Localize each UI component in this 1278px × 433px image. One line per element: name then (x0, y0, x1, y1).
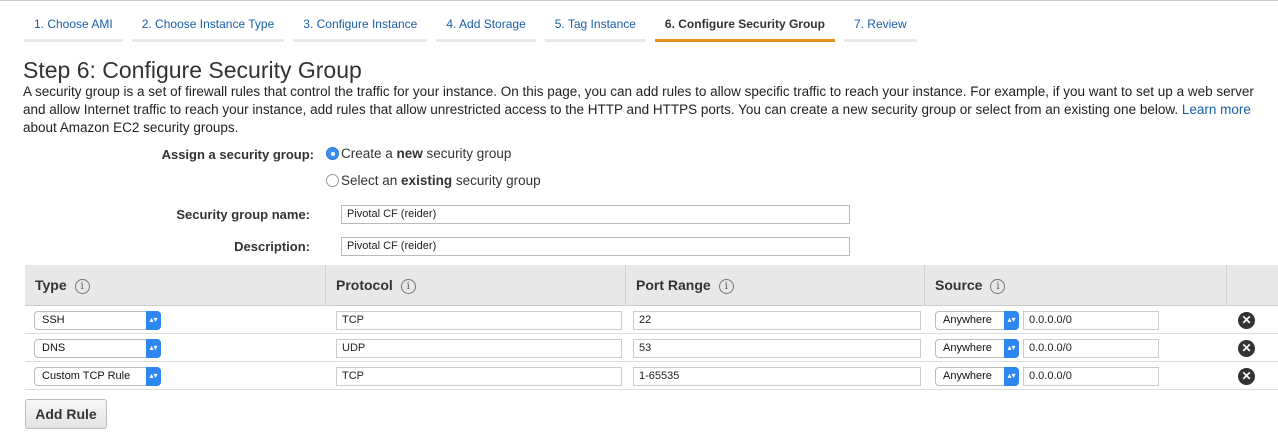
tab-choose-ami[interactable]: 1. Choose AMI (24, 13, 123, 42)
source-value: Anywhere (943, 370, 992, 382)
radio-create-new-label: Create a new security group (341, 146, 512, 161)
cidr-input[interactable]: 0.0.0.0/0 (1023, 339, 1159, 358)
learn-more-link[interactable]: Learn more (1182, 102, 1251, 117)
tab-tag-instance[interactable]: 5. Tag Instance (544, 13, 646, 42)
table-row: SSH ▴▾ TCP 22 Anywhere ▴▾ 0.0.0.0/0 ✕ (25, 306, 1278, 334)
select-arrows-icon: ▴▾ (1004, 367, 1019, 386)
source-select[interactable]: Anywhere ▴▾ (935, 339, 1019, 358)
source-select[interactable]: Anywhere ▴▾ (935, 311, 1019, 330)
source-value: Anywhere (943, 314, 992, 326)
security-group-name-label: Security group name: (176, 207, 310, 222)
radio-create-new[interactable]: Create a new security group (326, 146, 511, 161)
tab-configure-instance[interactable]: 3. Configure Instance (293, 13, 428, 42)
type-select[interactable]: SSH ▴▾ (34, 311, 161, 330)
tab-review[interactable]: 7. Review (843, 13, 917, 42)
assign-security-group-label: Assign a security group: (161, 147, 314, 162)
protocol-input[interactable]: UDP (336, 339, 622, 358)
column-protocol: Protocol i (325, 265, 625, 306)
select-arrows-icon: ▴▾ (1004, 339, 1019, 358)
remove-rule-icon[interactable]: ✕ (1238, 340, 1255, 357)
table-row: DNS ▴▾ UDP 53 Anywhere ▴▾ 0.0.0.0/0 ✕ (25, 334, 1278, 362)
select-arrows-icon: ▴▾ (146, 367, 161, 386)
remove-rule-icon[interactable]: ✕ (1238, 312, 1255, 329)
table-row: Custom TCP Rule ▴▾ TCP 1-65535 Anywhere ▴▾… (25, 362, 1278, 390)
description-input[interactable]: Pivotal CF (reider) (341, 237, 850, 256)
description-text-end: about Amazon EC2 security groups. (23, 120, 239, 135)
column-port-range: Port Range i (625, 265, 924, 306)
column-source: Source i (924, 265, 1226, 306)
wizard-steps: 1. Choose AMI 2. Choose Instance Type 3.… (24, 13, 926, 42)
radio-select-existing-label: Select an existing security group (341, 173, 541, 188)
remove-rule-icon[interactable]: ✕ (1238, 368, 1255, 385)
select-arrows-icon: ▴▾ (1004, 311, 1019, 330)
add-rule-button[interactable]: Add Rule (25, 399, 107, 429)
source-select[interactable]: Anywhere ▴▾ (935, 367, 1019, 386)
port-range-input[interactable]: 22 (633, 311, 921, 330)
column-type: Type i (25, 265, 325, 306)
description-label: Description: (234, 239, 310, 254)
rules-table-header: Type i Protocol i Port Range i Source i (25, 265, 1278, 306)
type-value: Custom TCP Rule (42, 370, 131, 382)
tab-configure-security-group[interactable]: 6. Configure Security Group (654, 13, 835, 42)
radio-selected-icon[interactable] (326, 147, 339, 160)
page-title: Step 6: Configure Security Group (23, 57, 362, 83)
radio-select-existing[interactable]: Select an existing security group (326, 173, 541, 188)
select-arrows-icon: ▴▾ (146, 311, 161, 330)
description-text: A security group is a set of firewall ru… (23, 84, 1254, 117)
page-description: A security group is a set of firewall ru… (23, 83, 1273, 137)
select-arrows-icon: ▴▾ (146, 339, 161, 358)
cidr-input[interactable]: 0.0.0.0/0 (1023, 367, 1159, 386)
source-value: Anywhere (943, 342, 992, 354)
type-value: SSH (42, 314, 65, 326)
cidr-input[interactable]: 0.0.0.0/0 (1023, 311, 1159, 330)
port-range-input[interactable]: 1-65535 (633, 367, 921, 386)
info-icon[interactable]: i (990, 279, 1006, 294)
port-range-input[interactable]: 53 (633, 339, 921, 358)
radio-unselected-icon[interactable] (326, 174, 339, 187)
tab-add-storage[interactable]: 4. Add Storage (436, 13, 536, 42)
column-actions (1226, 265, 1278, 306)
info-icon[interactable]: i (74, 279, 90, 294)
protocol-input[interactable]: TCP (336, 367, 622, 386)
type-select[interactable]: Custom TCP Rule ▴▾ (34, 367, 161, 386)
type-value: DNS (42, 342, 66, 354)
security-group-name-input[interactable]: Pivotal CF (reider) (341, 205, 850, 224)
info-icon[interactable]: i (718, 279, 734, 294)
type-select[interactable]: DNS ▴▾ (34, 339, 161, 358)
info-icon[interactable]: i (400, 279, 416, 294)
tab-choose-instance-type[interactable]: 2. Choose Instance Type (131, 13, 285, 42)
protocol-input[interactable]: TCP (336, 311, 622, 330)
